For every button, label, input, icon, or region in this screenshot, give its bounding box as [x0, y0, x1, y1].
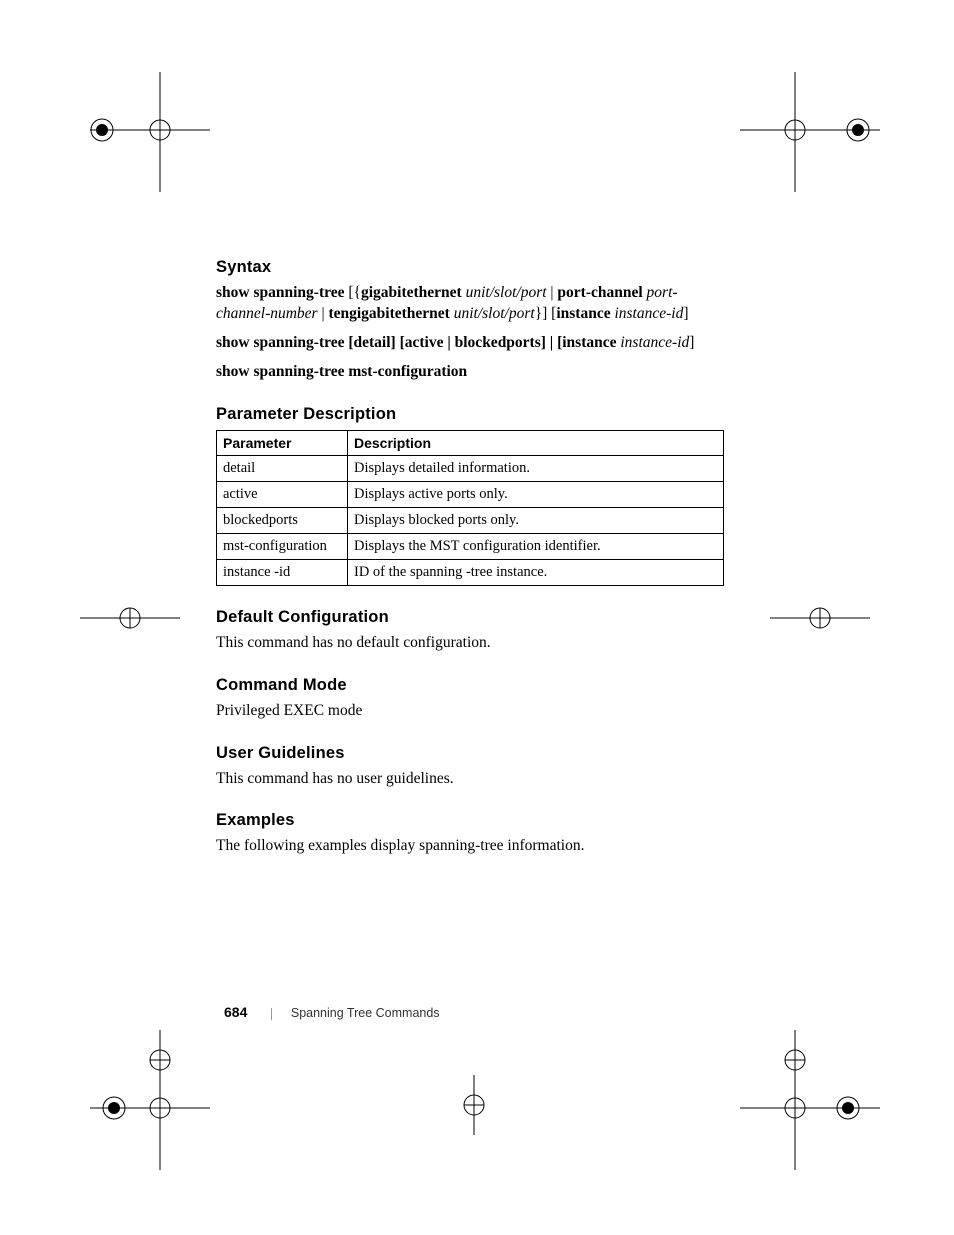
table-row: detail Displays detailed information.	[217, 455, 724, 481]
heading-examples: Examples	[216, 811, 728, 830]
page-content: Syntax show spanning-tree [{gigabitether…	[216, 258, 728, 865]
param-desc: Displays active ports only.	[348, 481, 724, 507]
crop-mark-icon	[80, 588, 180, 648]
footer-section-title: Spanning Tree Commands	[291, 1006, 440, 1020]
crop-mark-icon	[740, 72, 880, 212]
crop-mark-icon	[424, 1075, 524, 1135]
table-row: instance -id ID of the spanning -tree in…	[217, 559, 724, 585]
param-name: blockedports	[217, 507, 348, 533]
param-desc: ID of the spanning -tree instance.	[348, 559, 724, 585]
table-row: mst-configuration Displays the MST confi…	[217, 533, 724, 559]
parameter-table: Parameter Description detail Displays de…	[216, 430, 724, 586]
param-name: detail	[217, 455, 348, 481]
page-footer: 684 Spanning Tree Commands	[224, 1004, 440, 1021]
param-desc: Displays the MST configuration identifie…	[348, 533, 724, 559]
heading-parameter-description: Parameter Description	[216, 405, 728, 424]
page-number: 684	[224, 1004, 247, 1020]
param-name: mst-configuration	[217, 533, 348, 559]
heading-user-guidelines: User Guidelines	[216, 744, 728, 763]
param-desc: Displays detailed information.	[348, 455, 724, 481]
param-desc: Displays blocked ports only.	[348, 507, 724, 533]
syntax-cmd: show spanning-tree	[216, 334, 344, 351]
footer-separator	[271, 1008, 272, 1020]
crop-mark-icon	[90, 72, 210, 212]
user-guidelines-text: This command has no user guidelines.	[216, 769, 728, 790]
examples-text: The following examples display spanning-…	[216, 836, 728, 857]
th-description: Description	[348, 430, 724, 455]
syntax-line-3: show spanning-tree mst-configuration	[216, 362, 728, 383]
crop-mark-icon	[770, 588, 870, 648]
param-name: instance -id	[217, 559, 348, 585]
th-parameter: Parameter	[217, 430, 348, 455]
crop-mark-icon	[90, 1030, 210, 1170]
command-mode-text: Privileged EXEC mode	[216, 701, 728, 722]
table-row: blockedports Displays blocked ports only…	[217, 507, 724, 533]
syntax-cmd: show spanning-tree	[216, 284, 344, 301]
param-name: active	[217, 481, 348, 507]
syntax-cmd: show spanning-tree mst-configuration	[216, 363, 467, 380]
heading-syntax: Syntax	[216, 258, 728, 277]
default-configuration-text: This command has no default configuratio…	[216, 633, 728, 654]
table-row: active Displays active ports only.	[217, 481, 724, 507]
crop-mark-icon	[740, 1030, 880, 1170]
syntax-line-1: show spanning-tree [{gigabitethernet uni…	[216, 283, 728, 325]
heading-default-configuration: Default Configuration	[216, 608, 728, 627]
heading-command-mode: Command Mode	[216, 676, 728, 695]
syntax-line-2: show spanning-tree [detail] [active | bl…	[216, 333, 728, 354]
